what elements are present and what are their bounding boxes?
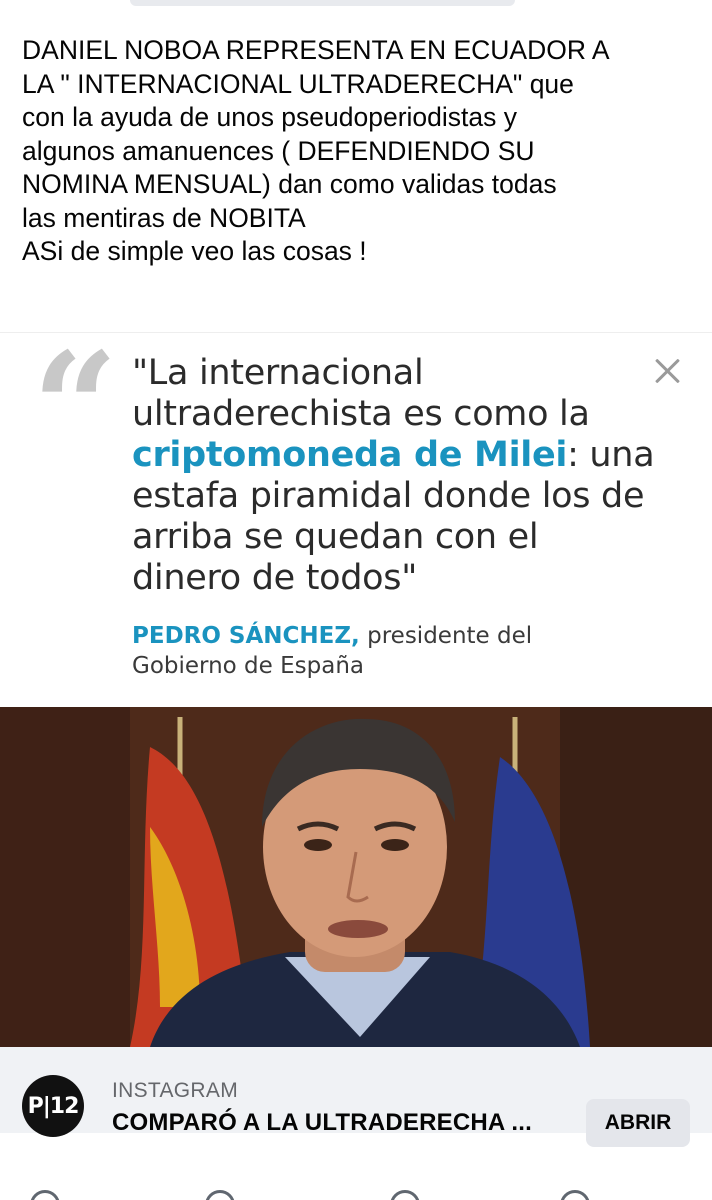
attribution-line: PEDRO SÁNCHEZ, presidente del xyxy=(132,621,692,651)
photo-illustration xyxy=(0,707,712,1047)
open-button[interactable]: ABRIR xyxy=(586,1099,690,1147)
post-text: DANIEL NOBOA REPRESENTA EN ECUADOR A LA … xyxy=(22,34,698,269)
quote-line: "La internacional xyxy=(132,353,424,393)
previous-post-edge xyxy=(130,0,515,6)
post-actions-bar xyxy=(0,1185,712,1200)
post-line: ASi de simple veo las cosas ! xyxy=(22,236,367,266)
post-line: las mentiras de NOBITA xyxy=(22,202,306,233)
quote-line: criptomoneda de Milei: una xyxy=(132,435,692,476)
post-line: LA " INTERNACIONAL ULTRADERECHA" que xyxy=(22,68,574,99)
post-line: DANIEL NOBOA REPRESENTA EN ECUADOR A xyxy=(22,35,610,65)
quote-line: dinero de todos" xyxy=(132,558,417,598)
author-role: presidente del xyxy=(359,623,533,649)
link-source: INSTAGRAM xyxy=(112,1079,238,1102)
post-line: NOMINA MENSUAL) dan como validas todas xyxy=(22,169,557,199)
quote-line: estafa piramidal donde los de xyxy=(132,476,645,516)
quote-attribution: PEDRO SÁNCHEZ, presidente del Gobierno d… xyxy=(132,621,692,681)
quote-graphic: “ "La internacional ultraderechista es c… xyxy=(0,333,712,707)
whatsapp-icon[interactable] xyxy=(390,1190,420,1200)
post-line: algunos amanuences ( DEFENDIENDO SU xyxy=(22,135,535,166)
post-line: con la ayuda de unos pseudoperiodistas y xyxy=(22,102,518,132)
shared-link-card[interactable]: “ "La internacional ultraderechista es c… xyxy=(0,332,712,1147)
author-name: PEDRO SÁNCHEZ, xyxy=(132,623,360,649)
like-icon[interactable] xyxy=(30,1190,60,1200)
attribution-line: Gobierno de España xyxy=(132,653,364,679)
link-title[interactable]: COMPARÓ A LA ULTRADERECHA ... xyxy=(112,1109,532,1137)
quote-highlight: criptomoneda de Milei xyxy=(132,435,568,475)
quote-line: ultraderechista es como la xyxy=(132,394,590,434)
comment-icon[interactable] xyxy=(205,1190,235,1200)
quote-text: "La internacional ultraderechista es com… xyxy=(132,353,692,599)
quote-line-rest: : una xyxy=(567,435,655,475)
speaker-photo xyxy=(0,707,712,1047)
link-preview-bar[interactable]: P|12 INSTAGRAM COMPARÓ A LA ULTRADERECHA… xyxy=(0,1047,712,1147)
share-icon[interactable] xyxy=(560,1190,590,1200)
pagina12-logo: P|12 xyxy=(22,1075,84,1137)
quote-icon: “ xyxy=(32,320,119,496)
quote-line: arriba se quedan con el xyxy=(132,517,539,557)
